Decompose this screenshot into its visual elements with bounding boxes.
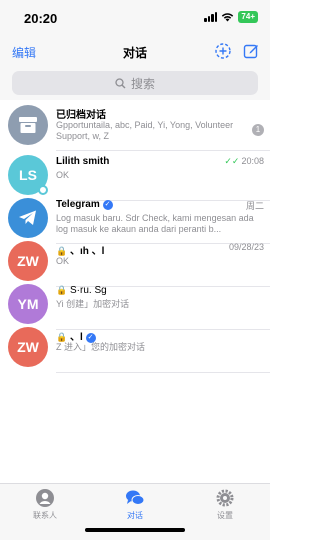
verified-icon: ✓ bbox=[102, 200, 113, 210]
chat-preview: OK bbox=[56, 170, 70, 180]
chat-name: Telegram bbox=[56, 199, 100, 210]
lock-icon: 🔒 bbox=[56, 285, 68, 295]
chat-name: S·ru. Sg bbox=[70, 285, 107, 296]
person-circle-icon bbox=[36, 489, 54, 507]
archive-avatar bbox=[8, 105, 48, 145]
lock-icon: 🔒 bbox=[56, 332, 68, 342]
chat-bubbles-icon bbox=[126, 490, 145, 505]
status-bar: 20:20 74+ bbox=[0, 0, 270, 34]
unread-badge: 1 bbox=[252, 124, 264, 136]
tab-settings-label: 设置 bbox=[217, 511, 233, 520]
double-check-icon: ✓✓ bbox=[224, 156, 240, 166]
chat-time-wrap: ✓✓ 20:08 bbox=[224, 156, 264, 167]
search-icon bbox=[115, 77, 126, 88]
chat-row-archived[interactable]: 已归档对话 Gpportuntaila, abc, Paid, Yi, Yong… bbox=[0, 101, 270, 151]
telegram-plane-icon bbox=[19, 210, 36, 225]
chat-time: 09/28/23 bbox=[228, 242, 264, 252]
status-icons: 74+ bbox=[204, 11, 258, 23]
chat-time: 20:08 bbox=[241, 156, 264, 166]
status-time: 20:20 bbox=[24, 11, 58, 26]
chat-preview: Z 进入」您的加密对话 bbox=[56, 342, 145, 352]
avatar: YM bbox=[8, 284, 48, 324]
chat-preview: Yi 创建」加密对话 bbox=[56, 299, 130, 309]
telegram-avatar bbox=[8, 198, 48, 238]
nav-header: 编辑 对话 bbox=[0, 34, 270, 68]
gear-icon bbox=[216, 489, 234, 507]
avatar: ZW bbox=[8, 241, 48, 281]
chat-preview: OK bbox=[56, 256, 70, 266]
compose-icon[interactable] bbox=[242, 42, 260, 60]
tab-contacts-label: 联系人 bbox=[33, 511, 57, 520]
search-bar: 搜索 bbox=[0, 68, 270, 100]
search-placeholder: 搜索 bbox=[130, 76, 155, 91]
chat-name: 已归档对话 bbox=[56, 110, 106, 121]
chat-name-wrap: 🔒 、ıh 、l bbox=[56, 242, 104, 257]
tab-chats-label: 对话 bbox=[127, 511, 143, 520]
chat-preview: Log masuk baru. Sdr Check, kami mengesan… bbox=[56, 213, 254, 234]
archive-box-icon bbox=[19, 117, 37, 133]
chat-preview: Gpportuntaila, abc, Paid, Yi, Yong, Volu… bbox=[56, 120, 234, 141]
new-story-icon[interactable] bbox=[214, 42, 232, 60]
chat-name-wrap: 🔒 S·ru. Sg bbox=[56, 285, 107, 296]
tab-settings[interactable]: 设置 bbox=[195, 488, 255, 521]
avatar: ZW bbox=[8, 327, 48, 367]
chat-row-zw-2[interactable]: ZW 🔒 、l ✓ Z 进入」您的加密对话 bbox=[0, 323, 270, 373]
chat-name: Lilith smith bbox=[56, 156, 110, 167]
home-indicator bbox=[85, 528, 185, 532]
lock-icon: 🔒 bbox=[56, 246, 68, 256]
tab-contacts[interactable]: 联系人 bbox=[15, 488, 75, 521]
tab-chats[interactable]: 对话 bbox=[105, 488, 165, 521]
row-divider bbox=[56, 372, 270, 373]
chat-name-wrap: 🔒 、l ✓ bbox=[56, 328, 96, 343]
cellular-signal-icon bbox=[204, 12, 218, 22]
wifi-icon bbox=[222, 13, 234, 22]
search-input[interactable]: 搜索 bbox=[12, 71, 258, 95]
chat-name-wrap: Telegram ✓ bbox=[56, 199, 113, 210]
battery-indicator: 74+ bbox=[238, 11, 258, 23]
chat-time: 周二 bbox=[245, 201, 264, 211]
